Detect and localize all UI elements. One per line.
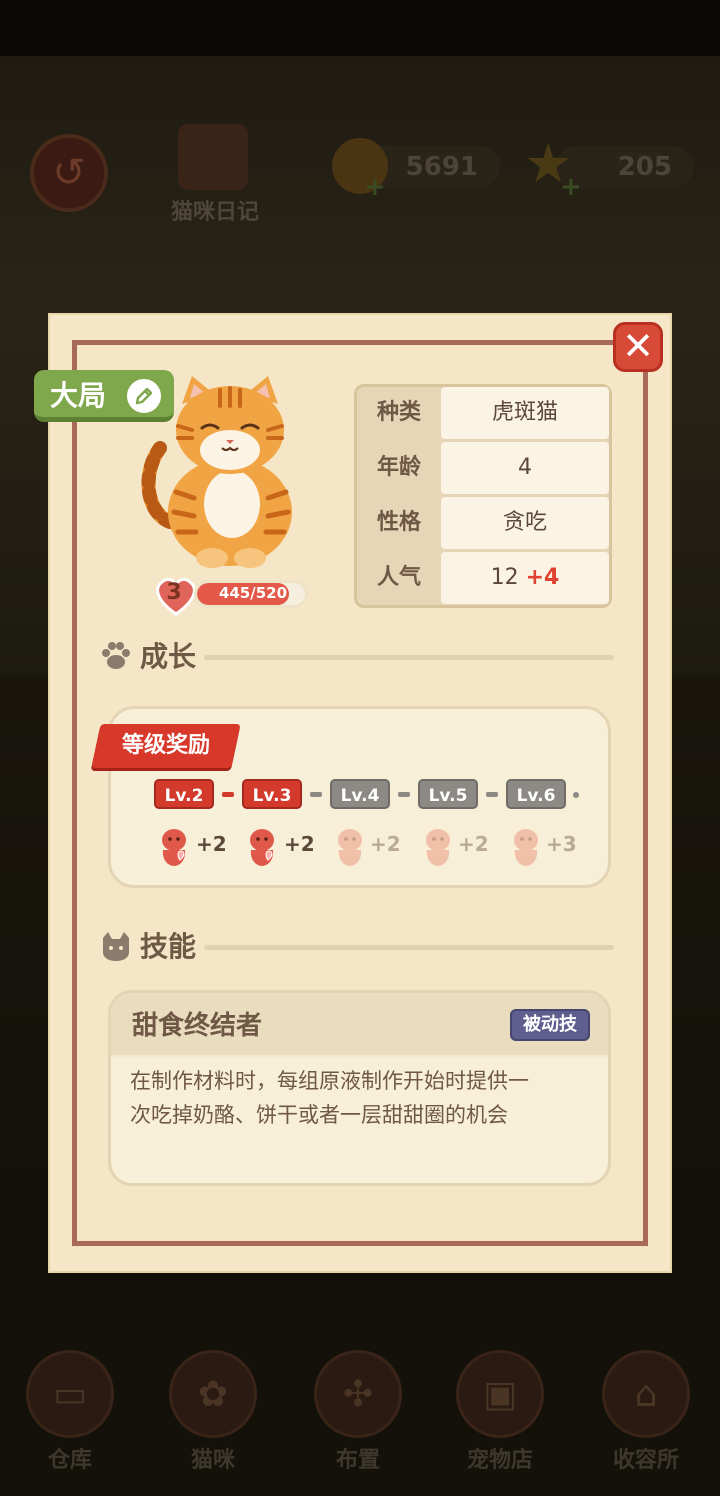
close-button[interactable]: ✕ xyxy=(613,322,663,372)
paw-icon: ✿ xyxy=(169,1350,257,1438)
level-chip-6: Lv.6 xyxy=(506,779,566,809)
nav-shelter: ⌂ 收容所 xyxy=(596,1350,696,1474)
info-value-popularity: 12 +4 xyxy=(441,552,609,604)
skills-section-header: 技能 xyxy=(100,928,614,968)
shop-icon: ▣ xyxy=(456,1350,544,1438)
section-divider xyxy=(204,945,614,950)
growth-title: 成长 xyxy=(140,640,197,673)
nav-label: 布置 xyxy=(335,1448,380,1473)
cat-reward-icon-locked xyxy=(426,829,450,866)
decorate-icon: ✣ xyxy=(314,1350,402,1438)
skill-desc-line: 在制作材料时，每组原液制作开始时提供一 xyxy=(130,1069,529,1093)
cat-portrait xyxy=(140,372,310,572)
reward-amount: +2 xyxy=(284,832,315,856)
back-button: ↺ xyxy=(30,134,108,212)
reward-amount: +2 xyxy=(458,832,489,856)
reward-title: 等级奖励 xyxy=(121,733,210,758)
level-connector xyxy=(398,792,410,797)
add-star-icon: + xyxy=(560,172,582,202)
nav-label: 宠物店 xyxy=(466,1448,533,1473)
reward-amount: +3 xyxy=(546,832,577,856)
shelter-icon: ⌂ xyxy=(602,1350,690,1438)
info-value: 虎斑猫 xyxy=(441,387,609,439)
reward-amount: +2 xyxy=(196,832,227,856)
nav-label: 收容所 xyxy=(612,1448,679,1473)
section-divider xyxy=(204,655,614,660)
tabby-cat-image xyxy=(141,376,292,568)
info-label: 人气 xyxy=(376,565,421,590)
paw-icon xyxy=(102,642,130,669)
cat-info-table: 种类 虎斑猫 年龄 4 性格 贪吃 人气 12 +4 xyxy=(354,384,612,608)
nav-pet-shop: ▣ 宠物店 xyxy=(450,1350,550,1474)
diary-label: 猫咪日记 xyxy=(170,200,259,225)
nav-cats: ✿ 猫咪 xyxy=(163,1350,263,1474)
level-connector-end xyxy=(573,792,579,798)
reward-amount: +2 xyxy=(370,832,401,856)
star-count: 205 xyxy=(617,152,672,182)
level-chip-4: Lv.4 xyxy=(330,779,390,809)
popularity-value: 12 xyxy=(490,565,519,590)
coin-count: 5691 xyxy=(405,152,478,182)
diary-icon xyxy=(178,124,248,190)
info-row-age: 年龄 4 xyxy=(357,442,609,494)
level-connector xyxy=(310,792,322,797)
cat-reward-icon xyxy=(162,829,186,866)
skills-title: 技能 xyxy=(140,930,197,963)
nav-decorate: ✣ 布置 xyxy=(308,1350,408,1474)
info-value: 贪吃 xyxy=(441,497,609,549)
popularity-bonus: +4 xyxy=(525,565,560,590)
nav-warehouse: ▭ 仓库 xyxy=(20,1350,120,1474)
level-chip-3: Lv.3 xyxy=(242,779,302,809)
xp-text: 445/520 xyxy=(218,584,288,602)
level-chip-2: Lv.2 xyxy=(154,779,214,809)
level-chip-5: Lv.5 xyxy=(418,779,478,809)
nav-label: 仓库 xyxy=(47,1448,92,1473)
info-label: 种类 xyxy=(376,400,421,425)
skill-desc-line: 次吃掉奶酪、饼干或者一层甜甜圈的机会 xyxy=(130,1103,508,1127)
growth-section-header: 成长 xyxy=(100,638,614,678)
skill-description: 在制作材料时，每组原液制作开始时提供一 次吃掉奶酪、饼干或者一层甜甜圈的机会 xyxy=(130,1064,592,1132)
info-value: 4 xyxy=(441,442,609,494)
nav-label: 猫咪 xyxy=(190,1448,235,1473)
cat-face-icon xyxy=(103,932,129,961)
passive-skill-badge: 被动技 xyxy=(510,1009,590,1041)
cat-reward-icon xyxy=(250,829,274,866)
add-coin-icon: + xyxy=(364,172,386,202)
cat-reward-icon-locked xyxy=(338,829,362,866)
info-label: 年龄 xyxy=(376,455,421,480)
info-row-breed: 种类 虎斑猫 xyxy=(357,387,609,439)
cat-reward-icon-locked xyxy=(514,829,538,866)
cat-level: 3 xyxy=(166,580,182,605)
level-connector xyxy=(486,792,498,797)
level-connector xyxy=(222,792,234,797)
info-row-popularity: 人气 12 +4 xyxy=(357,552,609,604)
cat-name: 大局 xyxy=(50,379,107,412)
info-label: 性格 xyxy=(376,510,421,535)
skill-name: 甜食终结者 xyxy=(132,1011,263,1041)
warehouse-icon: ▭ xyxy=(26,1350,114,1438)
info-row-personality: 性格 贪吃 xyxy=(357,497,609,549)
